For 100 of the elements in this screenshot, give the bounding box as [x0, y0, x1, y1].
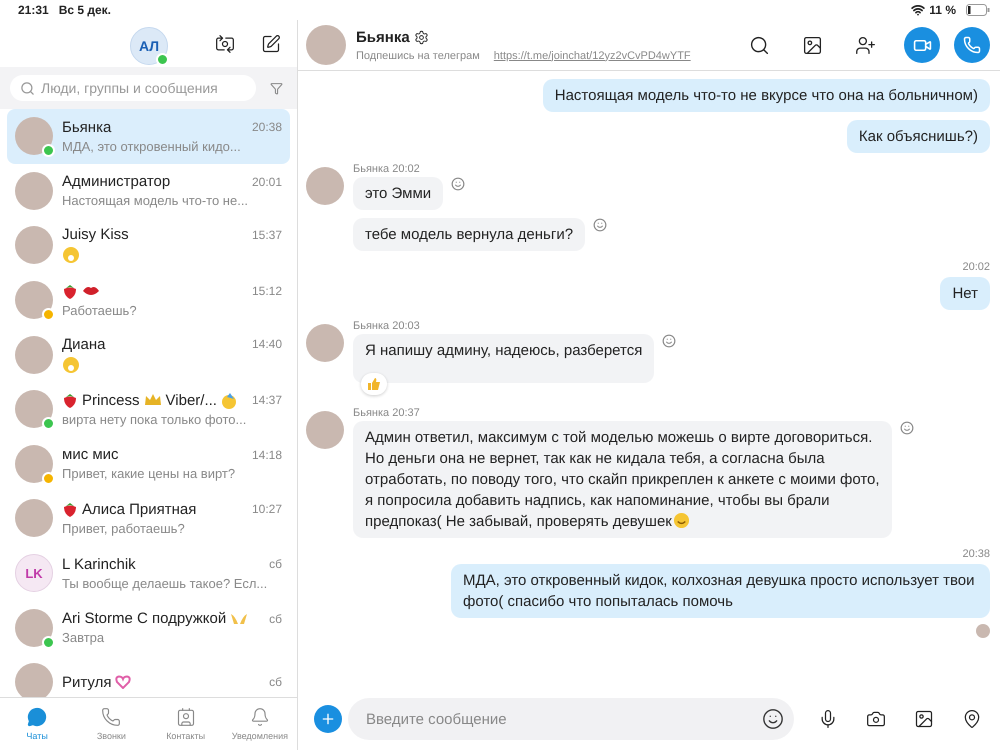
contact-name: Viber/...	[166, 392, 217, 409]
chat-item[interactable]: Juisy Kiss 15:37	[7, 218, 290, 273]
message-time: 20:38	[962, 548, 990, 560]
phone-icon	[101, 707, 122, 727]
telegram-link[interactable]: https://t.me/joinchat/12yz2vCvPD4wYTF	[494, 50, 691, 62]
chat-time: 14:37	[252, 393, 282, 408]
contact-name: Бьянка	[62, 118, 112, 136]
contact-name: Алиса Приятная	[82, 500, 196, 518]
message-preview: вирта нету пока только фото...	[62, 412, 246, 427]
received-message: тебе модель вернула деньги?	[353, 218, 586, 251]
contact-name: Диана	[62, 336, 106, 353]
emoji-icon	[762, 708, 784, 730]
location-pin-icon	[962, 709, 982, 729]
compose-icon	[261, 34, 281, 54]
bell-icon	[250, 707, 270, 727]
contact-name: Princess	[82, 392, 140, 409]
sent-message: Как объяснишь?)	[846, 120, 990, 153]
strawberry-icon	[62, 392, 78, 409]
avatar-photo	[306, 324, 344, 362]
voice-call-button[interactable]	[954, 27, 990, 63]
video-call-button[interactable]	[904, 27, 940, 63]
message-preview: Завтра	[62, 630, 104, 646]
conversation-name: Бьянка	[356, 28, 410, 46]
chat-time: сб	[269, 557, 282, 572]
thumbs-up-icon	[367, 377, 381, 391]
chat-time: 10:27	[252, 502, 282, 516]
contact-name: мис мис	[62, 446, 119, 464]
chat-time: сб	[269, 675, 282, 690]
chat-time: 15:37	[252, 228, 282, 242]
message-preview: Привет, какие цены на вирт?	[62, 466, 236, 482]
search-icon	[749, 34, 770, 56]
face-emoji-icon	[62, 356, 80, 374]
add-button[interactable]	[314, 705, 342, 733]
face-emoji-icon	[62, 246, 80, 264]
hands-icon	[230, 612, 248, 626]
add-reaction-icon[interactable]	[593, 218, 608, 232]
sender-time: Бьянка 20:02	[353, 163, 420, 175]
message-preview: Настоящая модель что-то не...	[62, 193, 248, 208]
sent-message: Нет	[940, 277, 990, 310]
add-reaction-icon[interactable]	[451, 177, 466, 191]
add-person-icon	[855, 34, 876, 56]
avatar-photo	[306, 167, 344, 205]
chat-item[interactable]: Диана 14:40	[7, 327, 290, 382]
sender-time: Бьянка 20:37	[353, 407, 420, 419]
contact-name: Администратор	[62, 173, 170, 190]
chat-time: 14:40	[252, 337, 282, 352]
avatar-photo	[306, 411, 344, 449]
avatar-initials: LK	[15, 554, 53, 592]
camera-icon	[866, 709, 886, 729]
nav-tab[interactable]: Звонки	[74, 698, 148, 750]
chat-item[interactable]: мис мис 14:18 Привет, какие цены на вирт?	[7, 436, 290, 492]
received-message: Админ ответил, максимум с той моделью можешь о вирте договориться. Но деньги она не вернет, так как не кидала тебя, а согласна была отработать, по поводу того, что скайп прикреплен к анкете с моими фото, я попросила добавить надпись, как напоминание, чтобы вы брали предпоказ( Не забывай, проверять девушек	[353, 421, 892, 538]
heart-icon	[115, 675, 132, 690]
chat-time: 20:01	[252, 174, 282, 189]
add-reaction-icon[interactable]	[900, 421, 914, 435]
chat-item[interactable]: 15:12 Работаешь?	[7, 272, 290, 328]
chat-item[interactable]: Princess Viber/... 14:37 вирта нету пока только фото...	[7, 382, 290, 437]
crown-icon	[144, 393, 162, 408]
smile-emoji-icon	[672, 512, 690, 529]
contact-name: Ari Storme С подружкой	[62, 610, 226, 628]
lips-icon	[82, 285, 100, 298]
phone-icon	[963, 36, 981, 54]
chat-item[interactable]: Бьянка 20:38 МДА, это откровенный кидо...	[7, 109, 290, 164]
strawberry-icon	[62, 282, 78, 300]
chat-item[interactable]: Ритуля сб	[7, 654, 290, 697]
wifi-icon	[911, 3, 926, 17]
battery-percent: 11 %	[929, 3, 956, 17]
received-message: это Эмми	[353, 177, 444, 210]
gallery-icon	[802, 34, 823, 56]
avatar-photo	[306, 25, 346, 65]
chat-time: сб	[269, 612, 282, 626]
add-reaction-icon[interactable]	[662, 334, 676, 348]
sent-message: МДА, это откровенный кидок, колхозная девушка просто использует твои фото( спасибо что попыталась помочь	[451, 564, 990, 618]
contacts-icon	[176, 707, 196, 727]
chat-item[interactable]: Ari Storme С подружкой сб Завтра	[7, 600, 290, 655]
chat-icon	[27, 707, 48, 727]
message-preview: Привет, работаешь?	[62, 520, 185, 536]
contact-name: L Karinchik	[62, 556, 136, 573]
strawberry-icon	[62, 500, 78, 518]
message-preview: Ты вообще делаешь такое? Есл...	[62, 576, 268, 591]
contact-name: Juisy Kiss	[62, 226, 129, 244]
camera-switch-icon	[215, 34, 235, 54]
chat-item[interactable]: Алиса Приятная 10:27 Привет, работаешь?	[7, 491, 290, 546]
chat-item[interactable]: Администратор 20:01 Настоящая модель что-то не...	[7, 164, 290, 218]
image-icon	[914, 709, 934, 729]
filter-icon	[270, 82, 283, 94]
nav-tab[interactable]: Чаты	[0, 698, 74, 750]
party-face-icon	[220, 392, 237, 409]
battery-icon	[966, 4, 990, 16]
sent-message: Настоящая модель что-то не вкурсе что она на больничном)	[542, 79, 990, 112]
sender-time: Бьянка 20:03	[353, 320, 420, 332]
conversation-subtitle: Подпешись на телеграм	[356, 50, 480, 62]
settings-icon[interactable]	[414, 30, 429, 44]
search-icon	[20, 80, 35, 96]
nav-tab[interactable]: Уведомления	[222, 698, 297, 750]
nav-tab[interactable]: Контакты	[148, 698, 223, 750]
chat-item[interactable]: LK L Karinchik сб Ты вообще делаешь такое? Есл...	[7, 546, 290, 600]
profile-avatar[interactable]: АЛ	[130, 27, 168, 65]
clock-time: 21:31	[18, 3, 49, 17]
chat-time: 20:38	[252, 120, 282, 134]
